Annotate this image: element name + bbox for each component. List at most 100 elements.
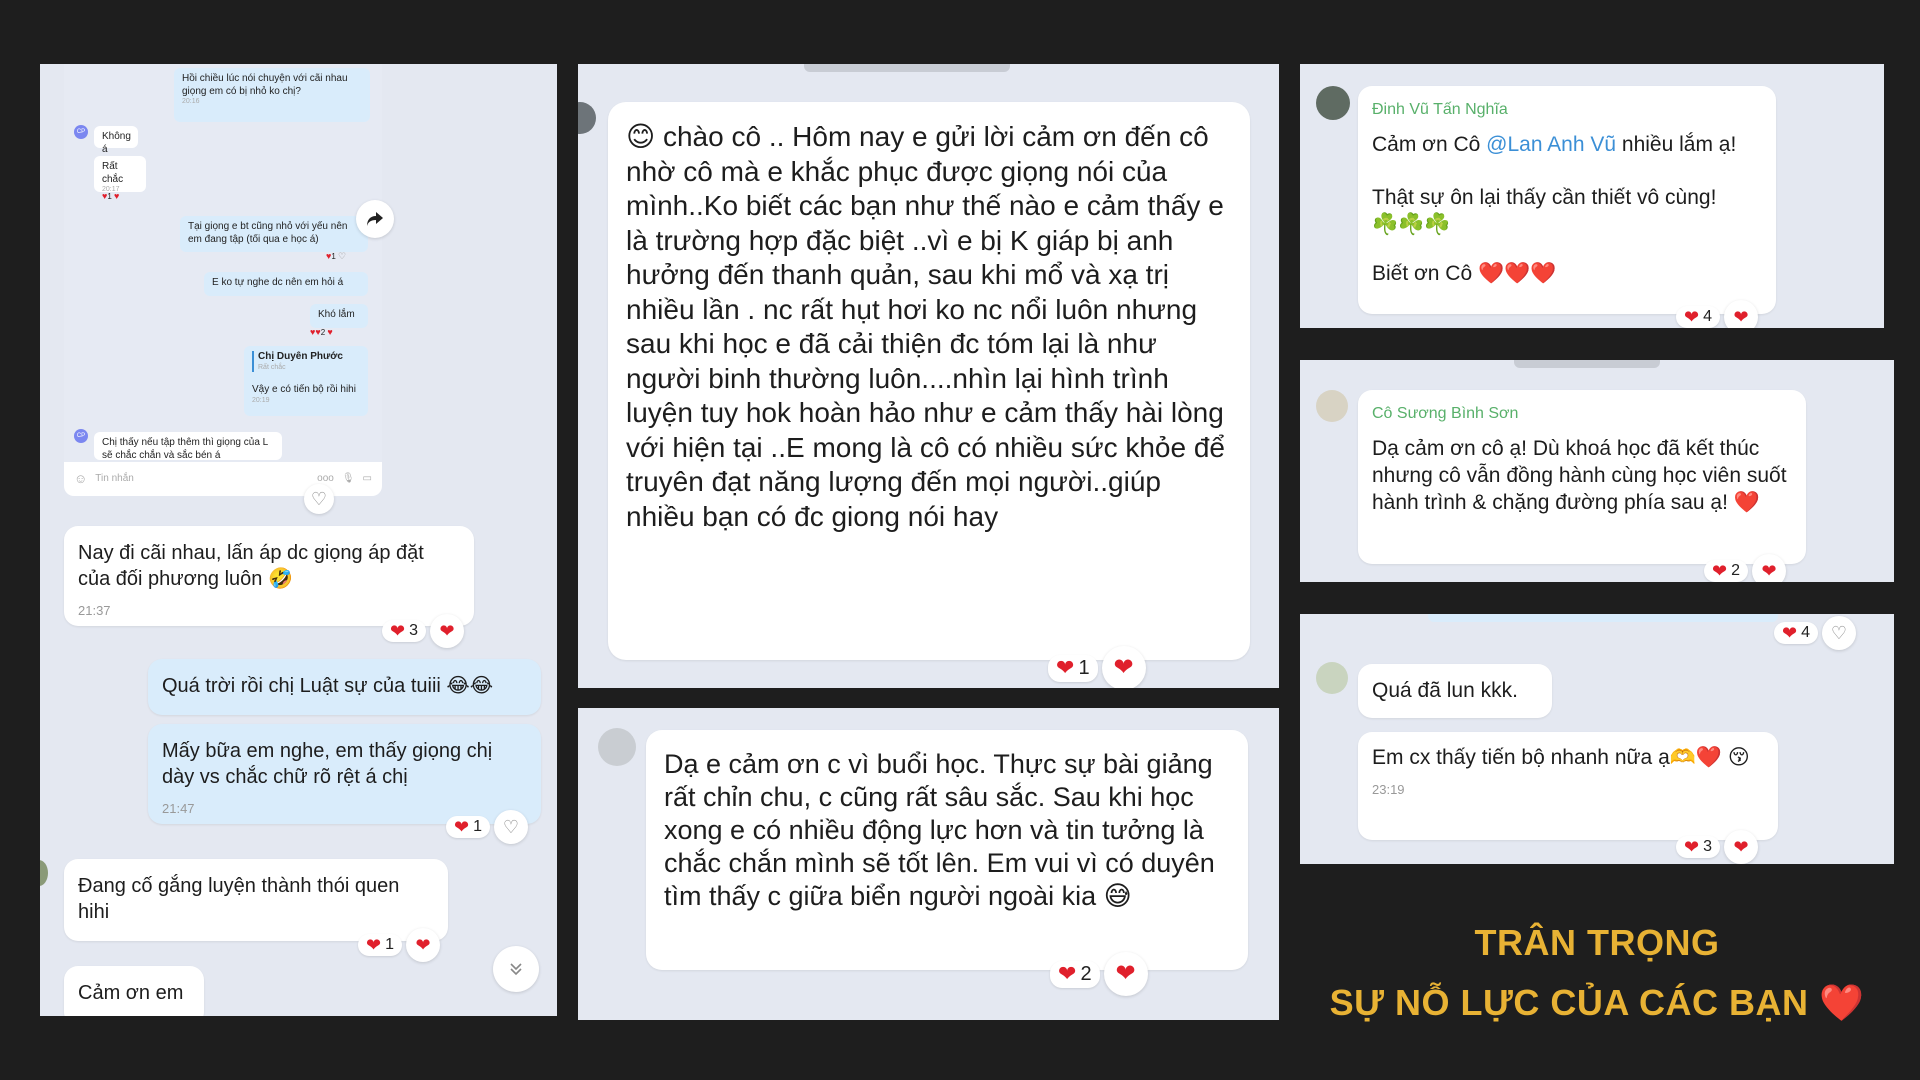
mini-avatar: CP	[74, 429, 88, 443]
reaction-bar: ❤ 1 ❤	[358, 928, 440, 962]
mini-avatar: CP	[74, 125, 88, 139]
message-text: Cảm ơn Cô	[1372, 133, 1487, 156]
heart-icon: ❤	[1115, 960, 1136, 987]
top-handle	[1514, 360, 1660, 368]
react-button[interactable]: ♡	[1822, 616, 1856, 650]
previous-message-edge	[1428, 614, 1778, 622]
chat-panel-center-bottom: Dạ e cảm ơn c vì buổi học. Thực sự bài g…	[578, 708, 1279, 1020]
footer-title-line1: TRÂN TRỌNG	[1474, 922, 1720, 963]
chat-panel-right-top: Đinh Vũ Tấn Nghĩa Cảm ơn Cô @Lan Anh Vũ …	[1300, 64, 1884, 328]
reaction-count-value: 4	[1801, 624, 1810, 641]
heart-outline-icon[interactable]: ♡	[304, 484, 334, 514]
reaction-count[interactable]: ❤ 2	[1050, 960, 1100, 988]
mention-link[interactable]: @Lan Anh Vũ	[1486, 133, 1616, 156]
mini-message: Tại giọng e bt cũng nhỏ với yếu nên em đ…	[180, 216, 368, 252]
image-icon[interactable]: ▭	[363, 473, 372, 486]
message-text: 😊 chào cô .. Hôm nay e gửi lời cảm ơn đế…	[626, 121, 1225, 532]
reaction-count[interactable]: ❤ 3	[1676, 836, 1720, 858]
mini-message-time: 20:19	[252, 396, 270, 404]
heart-outline-icon: ♡	[502, 817, 520, 837]
reaction-bar: ❤ 4 ❤	[1676, 300, 1758, 328]
heart-icon: ❤	[1684, 837, 1700, 857]
mini-message-text: Rất chắc	[102, 161, 124, 185]
message-text: Mấy bữa em nghe, em thấy giọng chị dày v…	[162, 740, 493, 788]
heart-icon: ❤	[439, 621, 455, 641]
heart-icon: ❤	[1056, 655, 1075, 680]
mini-reaction: ♥1 ♡	[326, 251, 347, 262]
message-text: Dạ e cảm ơn c vì buổi học. Thực sự bài g…	[664, 749, 1215, 911]
message-text: nhiều lắm ạ!	[1616, 133, 1737, 156]
footer-title-line2: SỰ NỖ LỰC CỦA CÁC BẠN ❤️	[1329, 982, 1865, 1023]
message-text: Biết ơn Cô ❤️❤️❤️	[1372, 262, 1557, 285]
message-bubble: 😊 chào cô .. Hôm nay e gửi lời cảm ơn đế…	[608, 102, 1250, 660]
react-button[interactable]: ❤	[430, 614, 464, 648]
embedded-chat-screenshot: Hồi chiều lúc nói chuyện với cãi nhau gi…	[64, 64, 382, 496]
mini-message: E ko tự nghe dc nên em hỏi á	[204, 272, 368, 296]
share-arrow-icon[interactable]	[356, 200, 394, 238]
mini-reaction: ♥♥2 ♥	[310, 327, 333, 338]
mini-quoted-message: Chị Duyên Phước Rất chắc Vậy e có tiến b…	[244, 346, 368, 416]
reaction-count-value: 2	[1731, 562, 1740, 579]
react-button[interactable]: ❤	[1752, 554, 1786, 582]
reaction-count[interactable]: ❤ 1	[446, 816, 490, 838]
reaction-count[interactable]: ❤ 4	[1676, 306, 1720, 328]
react-button[interactable]: ❤	[1101, 646, 1146, 688]
react-button[interactable]: ❤	[1724, 830, 1758, 864]
avatar	[40, 860, 48, 886]
mini-quote-name: Chị Duyên Phước	[258, 351, 343, 362]
react-button[interactable]: ❤	[1724, 300, 1758, 328]
message-text: Quá đã lun kkk.	[1372, 679, 1518, 702]
chat-panel-right-middle: Cô Sương Bình Sơn Dạ cảm ơn cô ạ! Dù kho…	[1300, 360, 1894, 582]
message-bubble: Đinh Vũ Tấn Nghĩa Cảm ơn Cô @Lan Anh Vũ …	[1358, 86, 1776, 314]
mini-input-bar[interactable]: ☺ Tin nhắn ooo 🎙 ▭	[64, 462, 382, 496]
mini-message: Rất chắc 20:17	[94, 156, 146, 193]
avatar	[1316, 662, 1348, 694]
sender-name: Đinh Vũ Tấn Nghĩa	[1372, 101, 1508, 118]
avatar	[598, 728, 636, 766]
mini-input-placeholder: Tin nhắn	[95, 472, 134, 484]
reaction-bar: ❤ 1 ♡	[446, 810, 528, 844]
reaction-count-value: 2	[1080, 962, 1092, 985]
mini-message-text: Vậy e có tiến bộ rồi hihi	[252, 384, 356, 396]
avatar	[578, 102, 596, 134]
message-text: Nay đi cãi nhau, lấn áp dc giọng áp đặt …	[78, 542, 424, 590]
heart-icon: ❤	[1712, 561, 1728, 581]
avatar	[1316, 86, 1350, 120]
chat-panel-left: Hồi chiều lúc nói chuyện với cãi nhau gi…	[40, 64, 557, 1016]
reaction-count[interactable]: ❤ 4	[1774, 622, 1818, 644]
message-bubble: Cảm ơn em	[64, 966, 204, 1016]
reaction-count[interactable]: ❤ 1	[358, 934, 402, 956]
mini-message: Khó lắm	[310, 304, 368, 328]
heart-icon: ❤	[366, 935, 382, 955]
heart-icon: ❤	[1782, 623, 1798, 643]
avatar	[1316, 390, 1348, 422]
mic-icon[interactable]: 🎙	[342, 473, 355, 486]
message-bubble: Nay đi cãi nhau, lấn áp dc giọng áp đặt …	[64, 526, 474, 626]
react-button[interactable]: ❤	[406, 928, 440, 962]
message-line: Cảm ơn Cô @Lan Anh Vũ nhiều lắm ạ!	[1372, 131, 1762, 158]
react-button[interactable]: ❤	[1103, 952, 1148, 996]
message-bubble: Cô Sương Bình Sơn Dạ cảm ơn cô ạ! Dù kho…	[1358, 390, 1806, 564]
chat-panel-center-top: 😊 chào cô .. Hôm nay e gửi lời cảm ơn đế…	[578, 64, 1279, 688]
heart-icon: ❤	[1113, 654, 1134, 681]
reaction-count-value: 1	[473, 818, 482, 835]
reaction-count[interactable]: ❤ 2	[1704, 560, 1748, 582]
heart-icon: ❤	[415, 935, 431, 955]
react-button[interactable]: ♡	[494, 810, 528, 844]
mini-quote-text: Rất chắc	[258, 363, 286, 371]
heart-icon: ❤	[1058, 961, 1077, 986]
reaction-bar: ❤ 3 ❤	[382, 614, 464, 648]
heart-icon: ❤	[1733, 837, 1749, 857]
message-bubble: Quá đã lun kkk.	[1358, 664, 1552, 718]
reaction-count[interactable]: ❤ 1	[1048, 654, 1098, 682]
reaction-count[interactable]: ❤ 3	[382, 620, 426, 642]
sticker-icon[interactable]: ☺	[74, 471, 87, 487]
scroll-down-icon[interactable]	[493, 946, 539, 992]
mini-message-text: Hồi chiều lúc nói chuyện với cãi nhau gi…	[182, 73, 348, 97]
message-bubble-own: Mấy bữa em nghe, em thấy giọng chị dày v…	[148, 724, 541, 824]
mini-message: Chị thấy nếu tập thêm thì giọng của L sẽ…	[94, 432, 282, 461]
mini-message: Không á	[94, 126, 138, 155]
message-bubble-own: Quá trời rồi chị Luật sự của tuiii 😂😂	[148, 659, 541, 715]
mini-reaction: ♥1 ♥	[102, 191, 120, 202]
chat-panel-right-bottom: ❤ 4 ♡ Quá đã lun kkk. Em cx thấy tiến bộ …	[1300, 614, 1894, 864]
